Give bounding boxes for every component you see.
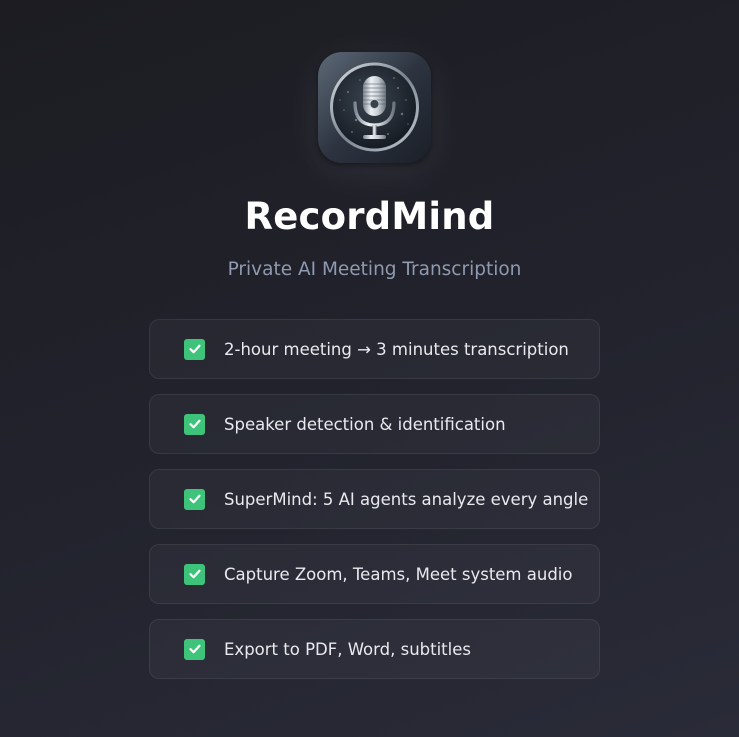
microphone-icon — [318, 52, 431, 163]
feature-text: Capture Zoom, Teams, Meet system audio — [224, 564, 573, 584]
check-icon — [184, 638, 205, 660]
feature-list: 2-hour meeting → 3 minutes transcription… — [149, 319, 600, 694]
check-icon — [184, 563, 205, 585]
app-icon — [318, 52, 431, 163]
feature-item-export: Export to PDF, Word, subtitles — [149, 619, 600, 679]
app-title: RecordMind — [244, 195, 495, 238]
check-icon — [184, 413, 205, 435]
feature-item-supermind: SuperMind: 5 AI agents analyze every ang… — [149, 469, 600, 529]
app-subtitle: Private AI Meeting Transcription — [227, 259, 522, 280]
feature-text: Speaker detection & identification — [224, 414, 506, 434]
feature-item-fast-transcription: 2-hour meeting → 3 minutes transcription — [149, 319, 600, 379]
feature-item-system-audio: Capture Zoom, Teams, Meet system audio — [149, 544, 600, 604]
check-icon — [184, 488, 205, 510]
feature-item-speaker-detection: Speaker detection & identification — [149, 394, 600, 454]
feature-text: Export to PDF, Word, subtitles — [224, 639, 471, 659]
feature-text: SuperMind: 5 AI agents analyze every ang… — [224, 489, 589, 509]
feature-text: 2-hour meeting → 3 minutes transcription — [224, 339, 569, 359]
check-icon — [184, 338, 205, 360]
